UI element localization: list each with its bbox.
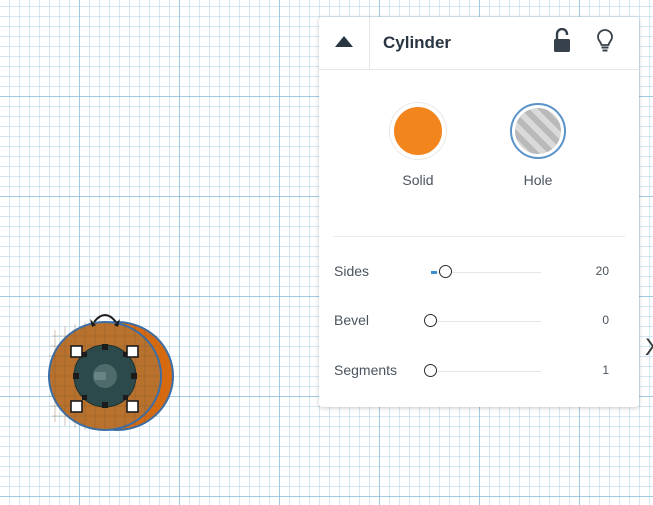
x-axis-label: X — [645, 336, 653, 360]
bevel-param-row: Bevel 0 — [319, 311, 639, 331]
shape-inspector-panel: Cylinder Solid Hole Sides 20 Bevel 0 Seg… — [319, 17, 639, 407]
striped-hole-icon — [515, 108, 561, 154]
inspector-header: Cylinder — [319, 17, 639, 70]
bevel-slider[interactable] — [424, 314, 541, 327]
bevel-label: Bevel — [334, 312, 370, 328]
shape-title: Cylinder — [383, 33, 452, 52]
solid-mode-option[interactable]: Solid — [383, 103, 453, 188]
segments-value[interactable]: 1 — [602, 363, 609, 377]
hole-swatch[interactable] — [510, 103, 566, 159]
segments-param-row: Segments 1 — [319, 361, 639, 381]
light-toggle-button[interactable] — [596, 28, 614, 54]
collapse-panel-button[interactable] — [319, 17, 370, 69]
segments-slider-thumb[interactable] — [424, 364, 437, 377]
bevel-slider-thumb[interactable] — [424, 314, 437, 327]
solid-color-swatch[interactable] — [390, 103, 446, 159]
sides-value[interactable]: 20 — [596, 264, 609, 278]
sides-slider-thumb[interactable] — [439, 265, 452, 278]
selected-cylinder[interactable] — [30, 300, 190, 440]
hole-label: Hole — [523, 172, 553, 188]
segments-label: Segments — [334, 362, 398, 378]
segments-slider[interactable] — [424, 364, 541, 377]
solid-label: Solid — [402, 172, 434, 188]
bevel-value[interactable]: 0 — [602, 313, 609, 327]
sides-param-row: Sides 20 — [319, 262, 639, 282]
lock-toggle-button[interactable] — [553, 27, 571, 54]
unlocked-padlock-icon — [553, 27, 571, 58]
sides-label: Sides — [334, 263, 370, 279]
sides-slider-fill — [431, 271, 437, 274]
section-divider — [333, 236, 625, 237]
hole-mode-option[interactable]: Hole — [503, 103, 573, 188]
lightbulb-icon — [596, 29, 614, 58]
sides-slider[interactable] — [431, 265, 541, 278]
triangle-up-icon — [335, 34, 353, 52]
